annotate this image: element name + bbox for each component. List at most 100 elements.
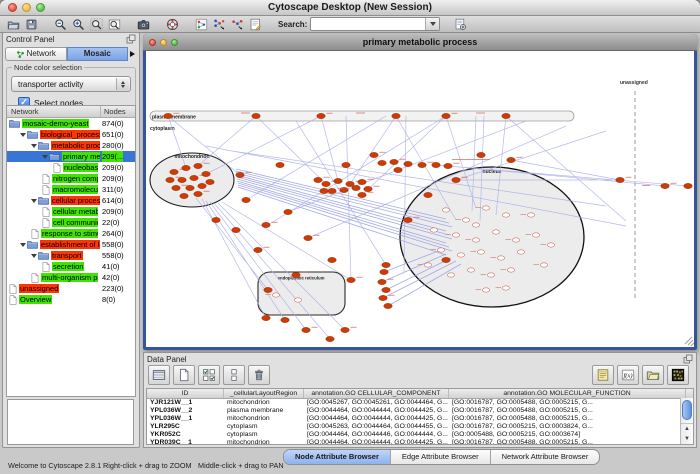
tree-row[interactable]: transport558(0) [7,250,135,261]
color-attribute-dropdown[interactable]: transporter activity [11,76,131,92]
network-node[interactable] [442,257,450,262]
network-node[interactable] [347,277,355,282]
attribute-matrix-button[interactable] [667,365,689,385]
table-row[interactable]: YDR039C__1mitochondrion[GO:0044464, GO:0… [147,439,693,445]
zoom-fit-button[interactable] [105,17,123,32]
search-dropdown-arrow[interactable] [425,18,439,30]
open-button[interactable] [4,17,22,32]
maximize-button[interactable] [36,3,45,12]
network-node[interactable] [182,165,190,170]
network-node[interactable] [170,169,178,174]
network-node[interactable] [616,177,624,182]
tree-row[interactable]: mosaic-demo-yeast874(0) [7,118,135,129]
tree-row[interactable]: cell communicat22(0) [7,217,135,228]
table-row[interactable]: YJR121W__1mitochondrion[GO:0045267, GO:0… [147,399,693,407]
table-row[interactable]: YPL036W__2plasma membrane[GO:0044464, GO… [147,407,693,415]
network-node[interactable] [186,185,194,190]
network-node[interactable] [304,235,312,240]
tree-row[interactable]: establishment of lo558(0) [7,239,135,250]
network-node[interactable] [394,167,402,172]
network-node[interactable] [502,113,510,118]
network-node[interactable] [507,157,515,162]
annotation-button[interactable] [246,17,264,32]
network-node[interactable] [194,163,202,168]
network-node[interactable] [164,113,172,118]
network-node[interactable] [507,268,514,272]
network-node[interactable] [472,238,479,242]
network-node[interactable] [492,230,499,234]
network-node[interactable] [532,233,539,237]
network-node[interactable] [352,185,360,190]
zoom-out-button[interactable] [51,17,69,32]
network-node[interactable] [432,162,440,167]
network-node[interactable] [444,163,452,168]
scrollbar-thumb[interactable] [682,400,692,420]
scroll-down-icon[interactable]: ▼ [681,434,693,444]
frame-maximize-button[interactable] [171,39,178,46]
network-node[interactable] [292,272,300,277]
delete-attribute-button[interactable] [248,365,270,385]
network-node[interactable] [370,152,378,157]
network-node[interactable] [502,286,509,290]
network-node[interactable] [322,181,330,186]
close-button[interactable] [8,3,17,12]
network-node[interactable] [482,206,489,210]
network-node[interactable] [442,113,450,118]
network-node[interactable] [364,186,372,191]
search-box[interactable] [310,17,440,31]
column-header[interactable]: _cellularLayoutRegion [224,389,304,398]
network-node[interactable] [302,327,310,332]
network-node[interactable] [540,263,547,267]
network-node[interactable] [512,238,519,242]
network-node[interactable] [262,315,270,320]
network-node[interactable] [380,269,388,274]
attribute-table-header[interactable]: ID_cellularLayoutRegionannotation.GO CEL… [147,389,693,399]
network-node[interactable] [452,233,459,237]
tree-row[interactable]: secretion41(0) [7,261,135,272]
birds-eye-view[interactable] [7,399,134,445]
network-node[interactable] [467,268,474,272]
frame-minimize-button[interactable] [160,39,167,46]
network-node[interactable] [272,293,279,297]
network-node[interactable] [487,273,494,277]
network-node[interactable] [482,288,489,292]
tree-row[interactable]: response to stimulu264(0) [7,228,135,239]
tab-node-attribute-browser[interactable]: Node Attribute Browser [284,450,391,464]
network-node[interactable] [166,177,174,182]
network-node[interactable] [384,303,392,308]
network-node[interactable] [190,175,198,180]
layout-red-button[interactable] [228,17,246,32]
network-node[interactable] [194,191,202,196]
tree-row[interactable]: cellular metabol209(0) [7,206,135,217]
network-node[interactable] [547,243,554,247]
table-row[interactable]: YPL036W__1mitochondrion[GO:0044464, GO:0… [147,415,693,423]
help-button[interactable] [163,17,181,32]
network-node[interactable] [517,250,524,254]
tree-row[interactable]: Overview8(0) [7,294,135,305]
search-input[interactable] [311,19,425,29]
network-node[interactable] [232,227,240,232]
network-node[interactable] [442,208,449,212]
tree-row[interactable]: primary metabol209(... [7,151,135,162]
column-header[interactable]: annotation.GO MOLECULAR_FUNCTION [449,389,686,398]
network-node[interactable] [341,327,349,332]
snapshot-button[interactable] [134,17,152,32]
network-node[interactable] [342,162,350,167]
network-node[interactable] [264,287,272,292]
network-node[interactable] [172,185,180,190]
network-canvas[interactable]: plasma membrane cytoplasm mitochondrion … [146,51,694,347]
tree-row[interactable]: multi-organism pro42(0) [7,272,135,283]
network-node[interactable] [317,113,325,118]
network-node[interactable] [424,192,432,197]
network-node[interactable] [276,162,284,167]
tab-edge-attribute-browser[interactable]: Edge Attribute Browser [391,450,491,464]
network-node[interactable] [661,183,669,188]
layout-blue-button[interactable] [210,17,228,32]
disclosure-triangle-icon[interactable] [31,254,37,258]
network-node[interactable] [404,161,412,166]
tree-row[interactable]: cellular process614(0) [7,195,135,206]
network-node[interactable] [390,159,398,164]
network-node[interactable] [392,113,400,118]
network-overview-button[interactable] [192,17,210,32]
network-node[interactable] [424,263,431,267]
